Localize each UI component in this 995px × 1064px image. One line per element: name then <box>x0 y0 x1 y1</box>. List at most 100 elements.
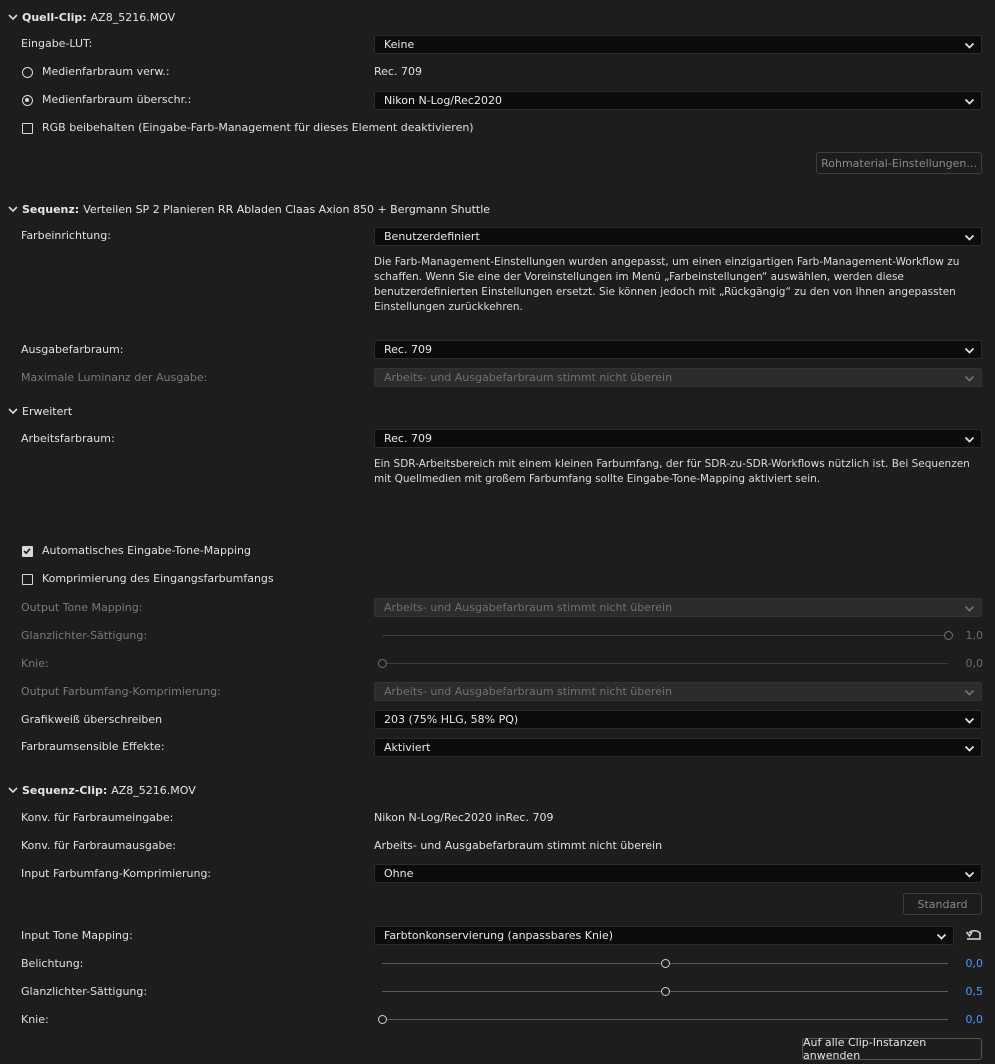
slider-track <box>382 663 948 664</box>
sequenz-name: Verteilen SP 2 Planieren RR Abladen Claa… <box>83 202 491 216</box>
arbeitsfarbraum-dropdown[interactable]: Rec. 709 <box>374 429 982 448</box>
glanzlichter-label: Glanzlichter-Sättigung: <box>21 985 148 998</box>
slider-knob <box>377 659 387 668</box>
medienfarbraum-verw-label: Medienfarbraum verw.: <box>42 65 170 78</box>
slider-knob <box>943 631 953 640</box>
output-tone-mapping-value: Arbeits- und Ausgabefarbraum stimmt nich… <box>384 601 673 614</box>
komprimierung-checkbox[interactable] <box>22 574 33 585</box>
arbeitsfarbraum-label: Arbeitsfarbraum: <box>21 432 115 445</box>
input-farbumfang-label: Input Farbumfang-Komprimierung: <box>21 867 212 880</box>
medienfarbraum-verw-value: Rec. 709 <box>374 65 422 78</box>
belichtung-label: Belichtung: <box>21 957 84 970</box>
auto-tone-mapping-label: Automatisches Eingabe-Tone-Mapping <box>42 544 252 557</box>
farbeinrichtung-label: Farbeinrichtung: <box>21 229 111 242</box>
erweitert-label: Erweitert <box>22 404 73 418</box>
konv-ausgabe-value: Arbeits- und Ausgabefarbraum stimmt nich… <box>374 839 663 852</box>
grafikweiss-dropdown[interactable]: 203 (75% HLG, 58% PQ) <box>374 710 982 729</box>
chevron-down-icon[interactable] <box>7 405 19 417</box>
medienfarbraum-ueberschr-label: Medienfarbraum überschr.: <box>42 93 192 106</box>
chevron-down-icon[interactable] <box>7 784 19 796</box>
chevron-down-icon <box>964 871 975 878</box>
komprimierung-label: Komprimierung des Eingangsfarbumfangs <box>42 572 274 585</box>
slider-knob[interactable] <box>660 987 670 996</box>
ausgabefarbraum-dropdown[interactable]: Rec. 709 <box>374 340 982 359</box>
glanzlichter-value-erweitert: 1,0 <box>965 629 984 642</box>
input-farbumfang-value: Ohne <box>384 867 414 880</box>
arbeitsfarbraum-value: Rec. 709 <box>384 432 432 445</box>
chevron-down-icon <box>964 717 975 724</box>
reset-icon[interactable] <box>965 927 983 943</box>
sequenz-label: Sequenz: <box>22 202 80 216</box>
grafikweiss-label: Grafikweiß überschreiben <box>21 713 163 726</box>
konv-ausgabe-label: Konv. für Farbraumausgabe: <box>21 839 177 852</box>
knie-label: Knie: <box>21 1013 49 1026</box>
medienfarbraum-ueberschr-radio[interactable] <box>22 95 33 106</box>
sequenz-clip-filename: AZ8_5216.MOV <box>111 783 196 797</box>
chevron-down-icon <box>964 436 975 443</box>
slider-knob[interactable] <box>660 959 670 968</box>
farbeinrichtung-value: Benutzerdefiniert <box>384 230 480 243</box>
checkmark-icon <box>23 548 31 555</box>
input-farbumfang-dropdown[interactable]: Ohne <box>374 864 982 883</box>
chevron-down-icon <box>964 98 975 105</box>
chevron-down-icon <box>964 347 975 354</box>
arbeitsfarbraum-description: Ein SDR-Arbeitsbereich mit einem kleinen… <box>374 458 970 485</box>
knie-value[interactable]: 0,0 <box>966 1012 984 1028</box>
slider-knob[interactable] <box>377 1015 387 1024</box>
ausgabefarbraum-label: Ausgabefarbraum: <box>21 343 124 356</box>
slider-track <box>382 1019 948 1020</box>
farbraumsensible-label: Farbraumsensible Effekte: <box>21 740 165 753</box>
knie-label-erweitert: Knie: <box>21 657 49 670</box>
rohmaterial-einstellungen-button[interactable]: Rohmaterial-Einstellungen... <box>816 152 982 174</box>
output-farbumfang-value: Arbeits- und Ausgabefarbraum stimmt nich… <box>384 685 673 698</box>
rgb-beibehalten-checkbox[interactable] <box>22 123 33 134</box>
standard-button[interactable]: Standard <box>903 893 982 915</box>
medienfarbraum-ueberschr-value: Nikon N-Log/Rec2020 <box>384 94 502 107</box>
apply-all-instances-button[interactable]: Auf alle Clip-Instanzen anwenden <box>802 1036 982 1062</box>
quell-clip-filename: AZ8_5216.MOV <box>90 10 176 24</box>
eingabe-lut-label: Eingabe-LUT: <box>21 37 93 50</box>
auto-tone-mapping-checkbox[interactable] <box>22 546 33 557</box>
chevron-down-icon[interactable] <box>7 11 19 23</box>
glanzlichter-value[interactable]: 0,5 <box>966 984 984 1000</box>
eingabe-lut-value: Keine <box>384 38 415 51</box>
eingabe-lut-dropdown[interactable]: Keine <box>374 35 982 54</box>
ausgabefarbraum-value: Rec. 709 <box>384 343 432 356</box>
konv-eingabe-label: Konv. für Farbraumeingabe: <box>21 811 174 824</box>
chevron-down-icon <box>964 689 975 696</box>
output-farbumfang-label: Output Farbumfang-Komprimierung: <box>21 685 221 698</box>
output-tone-mapping-label: Output Tone Mapping: <box>21 601 143 614</box>
input-tone-mapping-dropdown[interactable]: Farbtonkonservierung (anpassbares Knie) <box>374 926 954 945</box>
grafikweiss-value: 203 (75% HLG, 58% PQ) <box>384 713 519 726</box>
knie-value-erweitert: 0,0 <box>965 657 984 670</box>
max-luminanz-label: Maximale Luminanz der Ausgabe: <box>21 371 208 384</box>
farbeinrichtung-dropdown[interactable]: Benutzerdefiniert <box>374 227 982 246</box>
quell-clip-label: Quell-Clip: <box>22 10 87 24</box>
sequenz-header[interactable]: Sequenz: Verteilen SP 2 Planieren RR Abl… <box>7 200 490 218</box>
output-tone-mapping-dropdown: Arbeits- und Ausgabefarbraum stimmt nich… <box>374 598 982 617</box>
farbeinrichtung-description: Die Farb-Management-Einstellungen wurden… <box>374 256 960 313</box>
sequenz-clip-label: Sequenz-Clip: <box>22 783 108 797</box>
chevron-down-icon <box>936 933 947 940</box>
glanzlichter-label-erweitert: Glanzlichter-Sättigung: <box>21 629 148 642</box>
chevron-down-icon <box>964 375 975 382</box>
output-farbumfang-dropdown: Arbeits- und Ausgabefarbraum stimmt nich… <box>374 682 982 701</box>
konv-eingabe-value: Nikon N-Log/Rec2020 inRec. 709 <box>374 811 554 824</box>
erweitert-header[interactable]: Erweitert <box>7 402 72 420</box>
input-tone-mapping-value: Farbtonkonservierung (anpassbares Knie) <box>384 929 614 942</box>
chevron-down-icon <box>964 605 975 612</box>
input-tone-mapping-label: Input Tone Mapping: <box>21 929 133 942</box>
chevron-down-icon <box>964 745 975 752</box>
slider-track <box>382 635 948 636</box>
max-luminanz-value: Arbeits- und Ausgabefarbraum stimmt nich… <box>384 371 673 384</box>
chevron-down-icon[interactable] <box>7 203 19 215</box>
max-luminanz-dropdown: Arbeits- und Ausgabefarbraum stimmt nich… <box>374 368 982 387</box>
medienfarbraum-verw-radio[interactable] <box>22 67 33 78</box>
sequenz-clip-header[interactable]: Sequenz-Clip: AZ8_5216.MOV <box>7 781 196 799</box>
rgb-beibehalten-label: RGB beibehalten (Eingabe-Farb-Management… <box>42 121 474 134</box>
quell-clip-header[interactable]: Quell-Clip: AZ8_5216.MOV <box>7 8 175 26</box>
belichtung-value[interactable]: 0,0 <box>966 956 984 972</box>
chevron-down-icon <box>964 234 975 241</box>
medienfarbraum-ueberschr-dropdown[interactable]: Nikon N-Log/Rec2020 <box>374 91 982 110</box>
farbraumsensible-dropdown[interactable]: Aktiviert <box>374 738 982 757</box>
